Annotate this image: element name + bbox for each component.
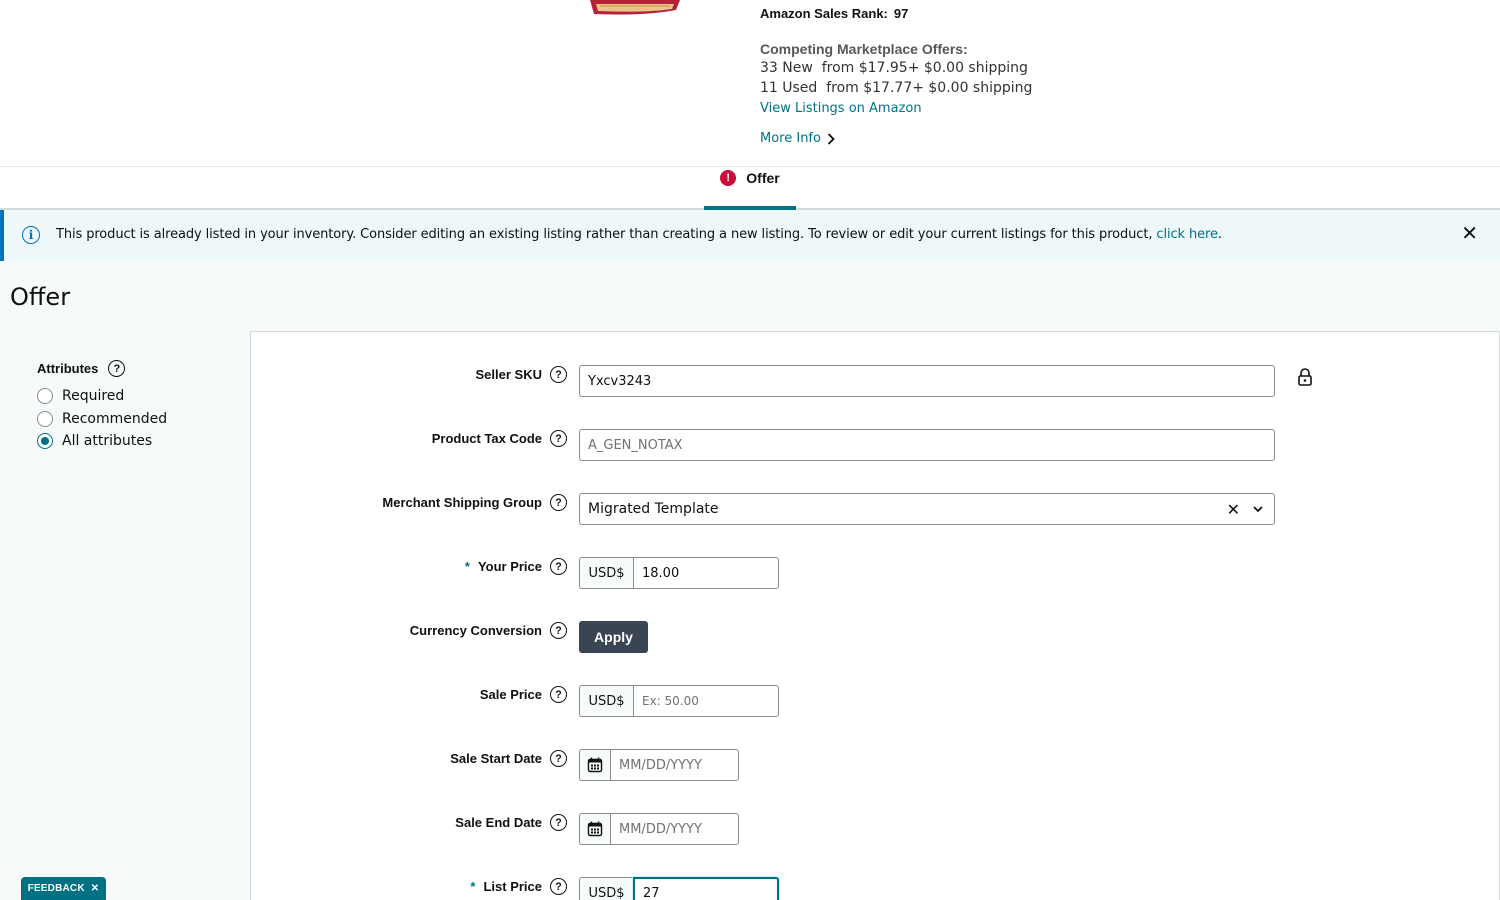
currency-prefix: USD$ [579, 877, 633, 900]
tab-offer[interactable]: ! Offer [704, 167, 796, 210]
close-icon[interactable]: ✕ [91, 883, 100, 894]
radio-button-selected[interactable] [37, 433, 53, 449]
help-icon[interactable]: ? [550, 750, 567, 767]
help-icon[interactable]: ? [550, 558, 567, 575]
help-icon[interactable]: ? [550, 494, 567, 511]
merchant-shipping-group-select[interactable]: Migrated Template ✕ [579, 493, 1275, 525]
used-offers-summary: 11 Used from $17.77+ $0.00 shipping [760, 80, 1033, 96]
offer-form: Seller SKU ? Yxcv3243 Product Tax Code ?… [250, 331, 1500, 900]
your-price-label: * Your Price [465, 559, 542, 574]
help-icon[interactable]: ? [550, 366, 567, 383]
help-icon[interactable]: ? [550, 686, 567, 703]
main-content: Offer Attributes ? Required Recommended … [0, 261, 1500, 900]
already-listed-banner: i This product is already listed in your… [0, 210, 1500, 261]
chevron-down-icon[interactable] [1252, 503, 1264, 515]
close-icon[interactable]: ✕ [1461, 224, 1478, 244]
seller-sku-label: Seller SKU [475, 367, 542, 382]
banner-suffix: . [1217, 227, 1222, 242]
banner-message: This product is already listed in your i… [56, 227, 1222, 242]
chevron-right-icon [827, 132, 835, 145]
error-icon: ! [720, 170, 737, 186]
sale-price-input[interactable]: Ex: 50.00 [633, 685, 779, 717]
currency-conversion-label: Currency Conversion [409, 623, 542, 638]
radio-button[interactable] [37, 411, 53, 427]
sale-start-date-label: Sale Start Date [450, 751, 542, 766]
list-price-label-text: List Price [483, 879, 542, 894]
help-icon[interactable]: ? [550, 430, 567, 447]
selected-value: Migrated Template [588, 501, 719, 517]
attributes-label: Attributes [37, 361, 99, 376]
merchant-shipping-group-label: Merchant Shipping Group [382, 495, 542, 510]
sale-end-date-field: MM/DD/YYYY [579, 813, 739, 845]
calendar-icon[interactable] [579, 813, 610, 845]
info-icon: i [22, 226, 40, 244]
your-price-label-text: Your Price [477, 559, 542, 574]
feedback-button[interactable]: FEEDBACK ✕ [21, 877, 106, 900]
click-here-link[interactable]: click here [1156, 227, 1218, 242]
help-icon[interactable]: ? [550, 622, 567, 639]
radio-all-attributes[interactable]: All attributes [37, 433, 152, 449]
required-marker: * [470, 879, 476, 894]
sale-price-field: USD$ Ex: 50.00 [579, 685, 779, 717]
page-title: Offer [10, 283, 71, 311]
tab-offer-label: Offer [746, 170, 780, 186]
new-offers-summary: 33 New from $17.95+ $0.00 shipping [760, 60, 1028, 76]
radio-recommended[interactable]: Recommended [37, 411, 167, 427]
your-price-input[interactable]: 18.00 [633, 557, 779, 589]
required-marker: * [464, 559, 470, 574]
clear-icon[interactable]: ✕ [1227, 500, 1240, 519]
radio-required[interactable]: Required [37, 388, 124, 404]
help-icon[interactable]: ? [108, 360, 126, 377]
radio-label: All attributes [62, 433, 153, 449]
sale-end-date-input[interactable]: MM/DD/YYYY [610, 813, 739, 845]
product-summary: Amazon Sales Rank: 97 Competing Marketpla… [0, 0, 1500, 167]
product-image [590, 0, 680, 15]
radio-label: Recommended [62, 411, 168, 427]
apply-button[interactable]: Apply [579, 621, 648, 653]
help-icon[interactable]: ? [550, 878, 567, 895]
attributes-filter-heading: Attributes ? [37, 360, 126, 377]
competing-offers-title: Competing Marketplace Offers: [760, 41, 968, 57]
feedback-label: FEEDBACK [27, 883, 85, 894]
lock-icon [1298, 368, 1312, 386]
calendar-icon[interactable] [579, 749, 610, 781]
help-icon[interactable]: ? [550, 814, 567, 831]
view-listings-link[interactable]: View Listings on Amazon [760, 101, 922, 116]
section-tabs: ! Offer [0, 167, 1500, 210]
list-price-input[interactable]: 27 [633, 877, 779, 900]
more-info-label: More Info [760, 131, 821, 146]
radio-label: Required [62, 388, 125, 404]
sales-rank: Amazon Sales Rank: 97 [760, 6, 908, 21]
your-price-field: USD$ 18.00 [579, 557, 779, 589]
seller-sku-input[interactable]: Yxcv3243 [579, 365, 1275, 397]
banner-text: This product is already listed in your i… [56, 227, 1157, 242]
sales-rank-value: 97 [893, 6, 909, 21]
list-price-label: * List Price [470, 879, 542, 894]
sale-price-label: Sale Price [479, 687, 542, 702]
sale-end-date-label: Sale End Date [455, 815, 542, 830]
radio-button[interactable] [37, 388, 53, 404]
product-tax-code-label: Product Tax Code [431, 431, 542, 446]
sale-start-date-input[interactable]: MM/DD/YYYY [610, 749, 739, 781]
currency-prefix: USD$ [579, 685, 633, 717]
list-price-field: USD$ 27 [579, 877, 779, 900]
more-info-link[interactable]: More Info [760, 131, 835, 146]
currency-prefix: USD$ [579, 557, 633, 589]
sales-rank-label: Amazon Sales Rank: [760, 6, 888, 21]
sale-start-date-field: MM/DD/YYYY [579, 749, 739, 781]
product-tax-code-input[interactable]: A_GEN_NOTAX [579, 429, 1275, 461]
